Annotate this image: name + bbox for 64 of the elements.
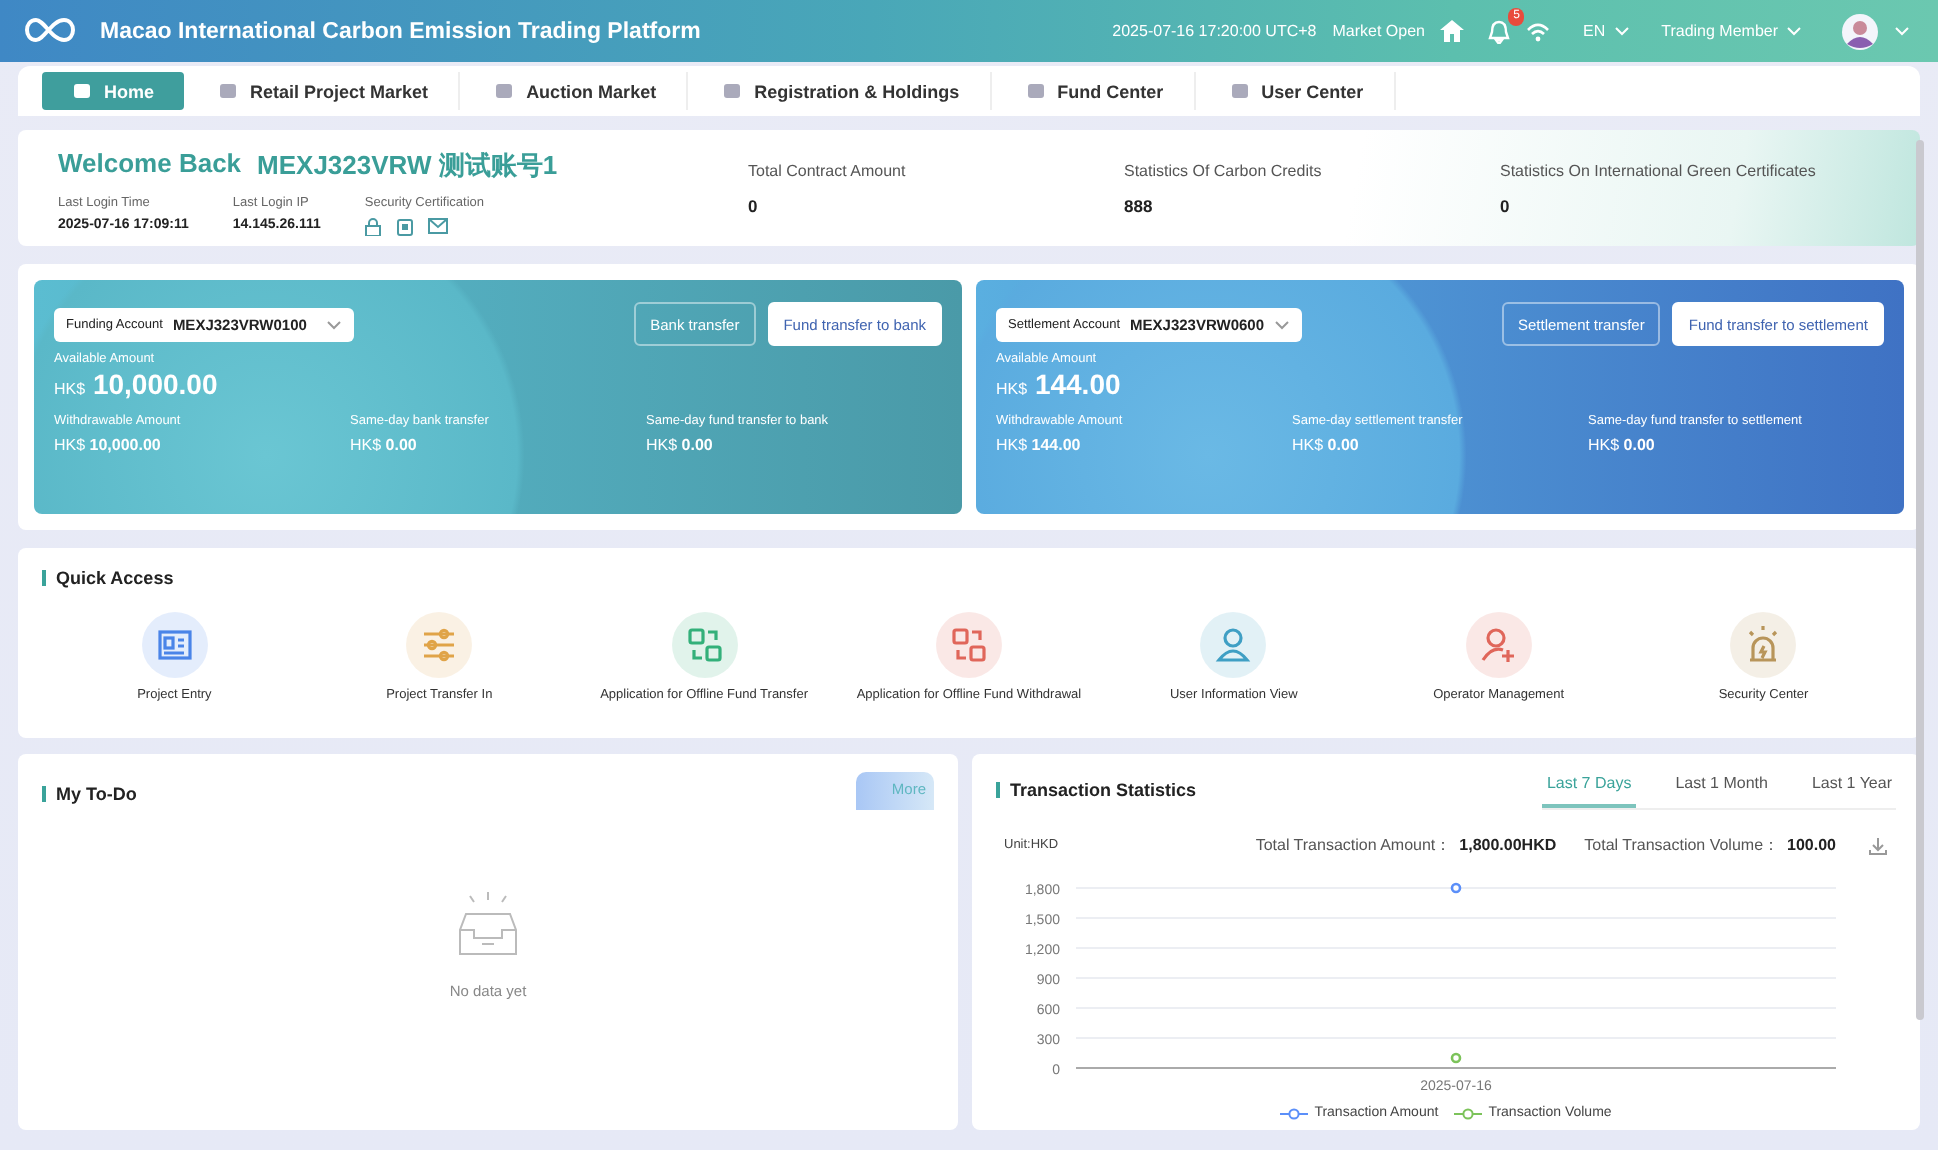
tab-square-icon <box>1025 82 1046 100</box>
nav-tab[interactable]: Auction Market <box>464 72 689 110</box>
shortcut-icon[interactable] <box>1730 612 1797 678</box>
total-amount-label: Total Transaction Amount： <box>1255 834 1452 856</box>
available-amount: HK$ 10,000.00 <box>54 368 220 400</box>
data-point <box>1450 1052 1462 1064</box>
tab-square-icon <box>722 82 743 100</box>
legend-marker <box>1280 1107 1309 1119</box>
avatar-icon[interactable] <box>1842 13 1878 49</box>
section-title: Quick Access <box>56 568 174 588</box>
tab-square-icon <box>1229 82 1250 100</box>
nav-tab[interactable]: Fund Center <box>995 72 1196 110</box>
period-tab[interactable]: Last 1 Year <box>1807 770 1896 808</box>
datetime: 2025-07-16 17:20:00 UTC+8 <box>1112 22 1317 40</box>
bell-icon[interactable] <box>1488 19 1511 43</box>
stat-value: 0 <box>1500 196 1512 216</box>
scrollbar[interactable] <box>1916 140 1924 1020</box>
amount-value: HK$ 10,000.00 <box>54 436 163 454</box>
wifi-icon <box>1526 21 1551 41</box>
legend-marker <box>1454 1107 1483 1119</box>
stat-label: Statistics On International Green Certificates <box>1500 162 1818 180</box>
data-point <box>1450 882 1462 894</box>
caret-icon <box>326 319 342 329</box>
stat-value: 0 <box>748 196 760 216</box>
welcome-text: Welcome Back <box>58 148 242 182</box>
amount-value: HK$ 0.00 <box>350 436 419 454</box>
tab-square-icon <box>72 82 92 100</box>
nav-tab[interactable]: User Center <box>1199 72 1396 110</box>
mail-icon <box>428 218 449 234</box>
caret-icon <box>1786 26 1802 36</box>
available-amount: HK$ 144.00 <box>996 368 1123 400</box>
total-volume-value: 100.00 <box>1787 836 1836 854</box>
empty-tray-icon <box>454 889 522 957</box>
shortcut-icon[interactable] <box>141 612 208 678</box>
section-title: My To-Do <box>56 784 137 804</box>
market-status: Market Open <box>1332 22 1425 40</box>
tab-square-icon <box>494 82 515 100</box>
amount-value: HK$ 0.00 <box>646 436 715 454</box>
stat-label: Total Contract Amount <box>748 162 908 180</box>
home-icon[interactable] <box>1440 20 1465 42</box>
platform-title: Macao International Carbon Emission Trading Platform <box>100 19 701 43</box>
caret-icon <box>1274 319 1290 329</box>
lock-icon <box>364 218 383 236</box>
stat-label: Statistics Of Carbon Credits <box>1124 162 1324 180</box>
amount-value: HK$ 144.00 <box>996 436 1083 454</box>
stat-value: 888 <box>1124 196 1155 216</box>
amount-value: HK$ 0.00 <box>1292 436 1361 454</box>
shortcut-icon[interactable] <box>1465 612 1532 678</box>
total-amount-value: 1,800.00HKD <box>1459 836 1557 854</box>
amount-value: HK$ 0.00 <box>1588 436 1657 454</box>
caret-icon <box>1894 26 1910 36</box>
total-volume-label: Total Transaction Volume： <box>1584 834 1780 856</box>
shortcut-icon[interactable] <box>1200 612 1267 678</box>
caret-icon <box>1613 26 1630 36</box>
shortcut-icon[interactable] <box>671 612 738 678</box>
period-tab[interactable]: Last 1 Month <box>1671 770 1772 808</box>
download-icon[interactable] <box>1868 835 1888 855</box>
nav-tab[interactable]: Registration & Holdings <box>692 72 992 110</box>
tab-square-icon <box>218 82 239 100</box>
account-name: MEXJ323VRW 测试账号1 <box>257 148 558 184</box>
nav-tab[interactable]: Retail Project Market <box>188 72 461 110</box>
shortcut-icon[interactable] <box>406 612 473 678</box>
shortcut-icon[interactable] <box>935 612 1002 678</box>
section-title: Transaction Statistics <box>1010 780 1197 800</box>
